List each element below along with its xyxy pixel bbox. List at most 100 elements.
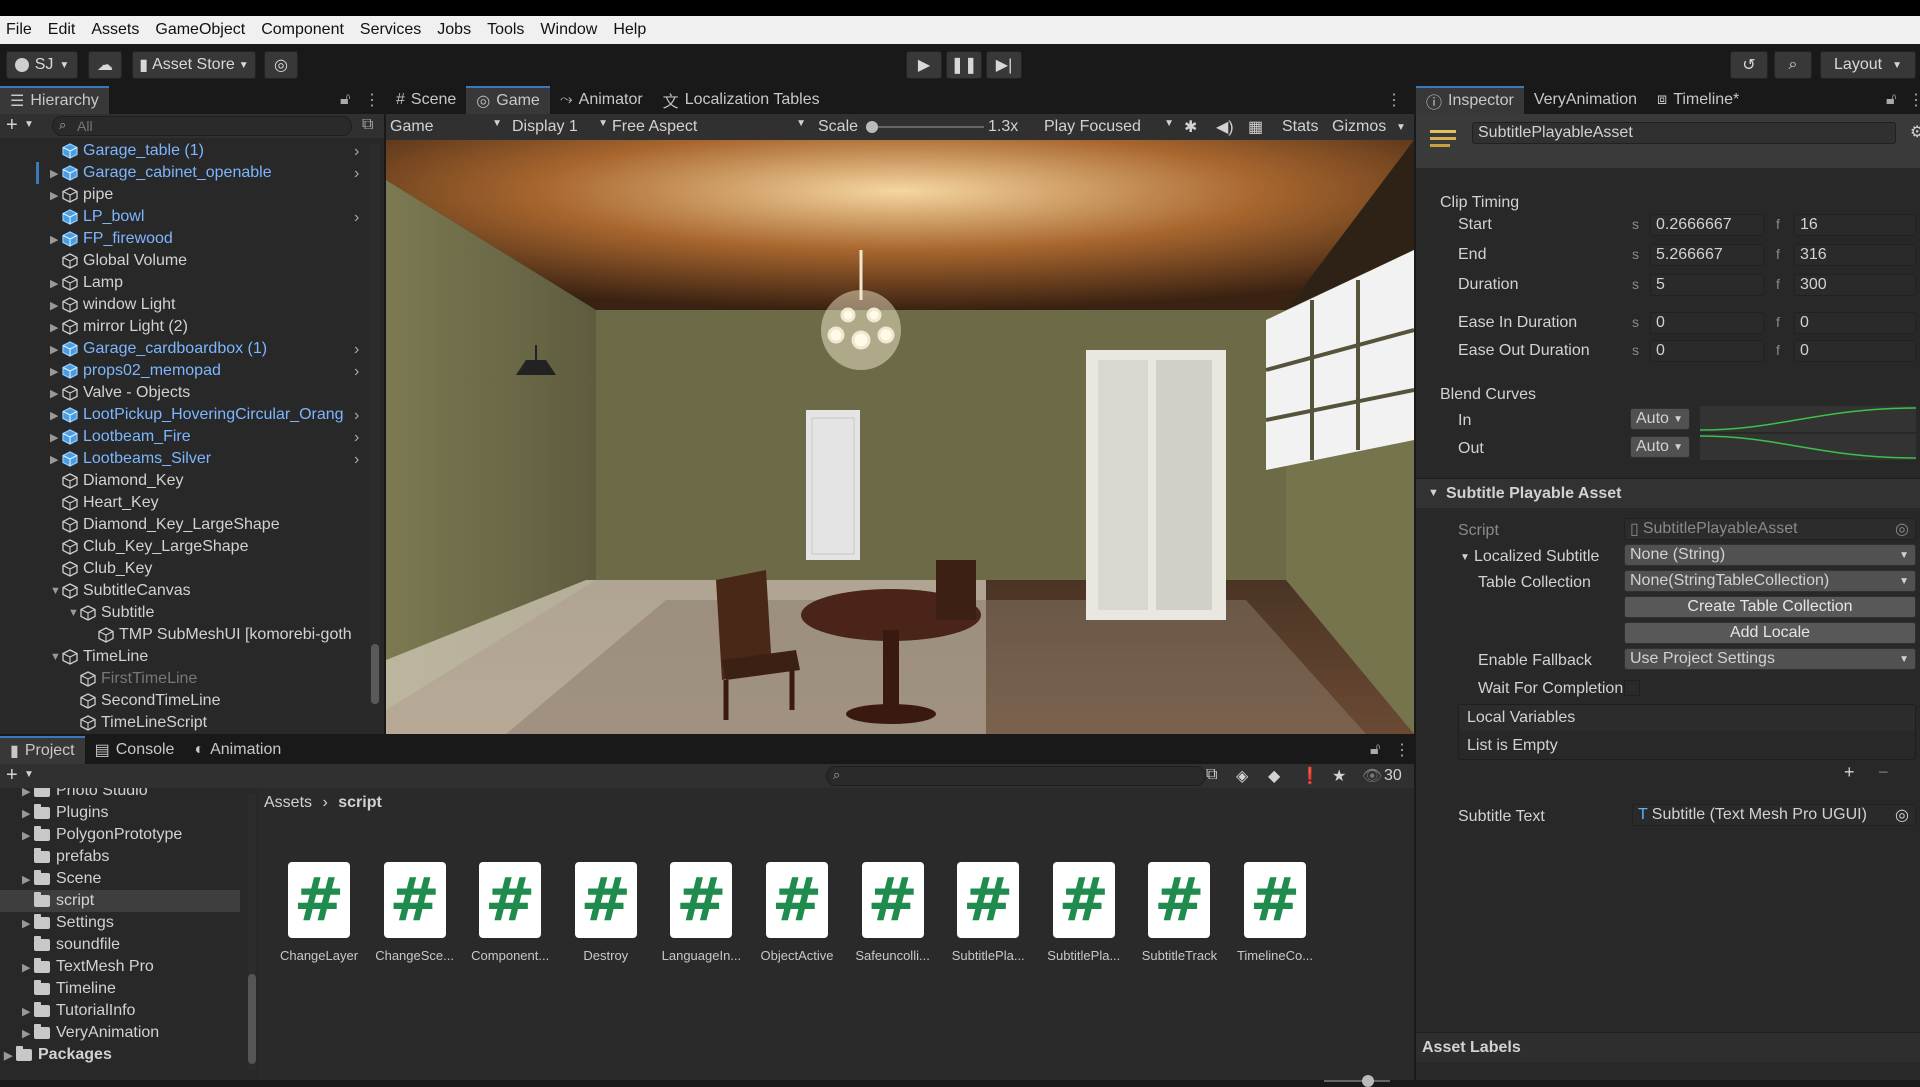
timing-frames-field[interactable]: 300 (1794, 274, 1916, 296)
lock-icon[interactable]: 🔓︎ (1886, 91, 1896, 109)
expand-right-icon[interactable]: ▶ (50, 453, 62, 466)
chevron-down-icon[interactable]: ▼ (1460, 552, 1470, 563)
audio-icon[interactable]: ◀) (1216, 117, 1234, 137)
open-prefab-arrow-icon[interactable]: › (354, 363, 359, 381)
tab-project[interactable]: ▮ Project (0, 736, 85, 764)
timing-seconds-field[interactable]: 0.2666667 (1650, 214, 1764, 236)
folder-item[interactable]: ▶ TutorialInfo (0, 1000, 240, 1022)
timing-frames-field[interactable]: 16 (1794, 214, 1916, 236)
csharp-script-icon[interactable]: # (1052, 862, 1115, 938)
asset-labels-bar[interactable]: Asset Labels (1416, 1032, 1920, 1062)
play-button[interactable]: ▶ (906, 51, 942, 79)
expand-right-icon[interactable]: ▶ (22, 961, 34, 974)
menu-item-edit[interactable]: Edit (48, 21, 76, 39)
timing-frames-field[interactable]: 0 (1794, 340, 1916, 362)
timing-seconds-field[interactable]: 0 (1650, 312, 1764, 334)
csharp-script-icon[interactable]: # (766, 862, 828, 938)
hierarchy-item[interactable]: ▶ Lamp (50, 272, 370, 294)
blend-in-curve[interactable] (1699, 406, 1917, 432)
expand-right-icon[interactable]: ▶ (50, 343, 62, 356)
tab-veryanimation[interactable]: VeryAnimation (1524, 86, 1647, 114)
expand-right-icon[interactable]: ▶ (50, 365, 62, 378)
hierarchy-item[interactable]: Global Volume (50, 250, 370, 272)
chevron-down-icon[interactable]: ▼ (24, 769, 34, 780)
asset-store-button[interactable]: ▮ Asset Store ▼ (132, 51, 256, 79)
hierarchy-item[interactable]: TimeLineScript (68, 712, 370, 734)
hierarchy-item[interactable]: ▶ LootPickup_HoveringCircular_Orang (50, 404, 370, 426)
hierarchy-scrollbar[interactable] (370, 144, 380, 704)
add-icon[interactable]: + (1844, 762, 1855, 783)
menu-item-tools[interactable]: Tools (487, 21, 524, 39)
folder-item[interactable]: ▶ TextMesh Pro (0, 956, 240, 978)
menu-item-services[interactable]: Services (360, 21, 421, 39)
chevron-down-icon[interactable]: ▼ (1396, 122, 1406, 133)
expand-right-icon[interactable]: ▶ (50, 167, 62, 180)
tab-localization-tables[interactable]: 文 Localization Tables (653, 86, 830, 114)
expand-right-icon[interactable]: ▶ (50, 321, 62, 334)
hierarchy-item[interactable]: ▶ Lootbeams_Silver (50, 448, 370, 470)
blend-out-curve[interactable] (1699, 434, 1917, 460)
expand-right-icon[interactable]: ▶ (22, 807, 34, 820)
folder-item[interactable]: ▶ Scene (0, 868, 240, 890)
menu-item-help[interactable]: Help (613, 21, 646, 39)
step-button[interactable]: ▶| (986, 51, 1022, 79)
open-prefab-arrow-icon[interactable]: › (354, 341, 359, 359)
folder-scrollbar[interactable] (248, 794, 256, 1070)
open-prefab-arrow-icon[interactable]: › (354, 209, 359, 227)
game-mode-dropdown[interactable]: Game ▼ (390, 118, 502, 136)
hierarchy-item[interactable]: Garage_table (1) (50, 140, 370, 162)
localized-subtitle-dropdown[interactable]: None (String) ▼ (1624, 544, 1916, 566)
history-button[interactable]: ↺ (1730, 51, 1768, 79)
hierarchy-item[interactable]: SecondTimeLine (68, 690, 370, 712)
expand-right-icon[interactable]: ▶ (50, 409, 62, 422)
open-prefab-arrow-icon[interactable]: › (354, 429, 359, 447)
csharp-script-icon[interactable]: # (861, 862, 924, 938)
account-button[interactable]: SJ ▼ (6, 51, 78, 79)
expand-right-icon[interactable]: ▶ (4, 1049, 16, 1062)
more-icon[interactable]: ⋮ (1908, 90, 1920, 110)
more-icon[interactable]: ⋮ (1386, 90, 1402, 110)
expand-right-icon[interactable]: ▶ (22, 829, 34, 842)
settings-icon[interactable]: ⚙ (1910, 122, 1920, 142)
expand-down-icon[interactable]: ▼ (50, 651, 62, 663)
hierarchy-item[interactable]: LP_bowl (50, 206, 370, 228)
csharp-script-icon[interactable]: # (670, 862, 733, 938)
hierarchy-item[interactable]: ▼ Subtitle (68, 602, 370, 624)
add-icon[interactable]: + (6, 764, 18, 787)
menu-item-file[interactable]: File (6, 21, 32, 39)
more-icon[interactable]: ⋮ (364, 90, 380, 110)
folder-item[interactable]: Timeline (0, 978, 240, 1000)
menu-item-assets[interactable]: Assets (91, 21, 139, 39)
tab-console[interactable]: ▤ Console (85, 736, 185, 764)
add-icon[interactable]: + (6, 114, 18, 137)
expand-right-icon[interactable]: ▶ (22, 1005, 34, 1018)
hierarchy-item[interactable]: ▼ SubtitleCanvas (50, 580, 370, 602)
pause-button[interactable]: ❚❚ (946, 51, 982, 79)
expand-right-icon[interactable]: ▶ (22, 917, 34, 930)
hierarchy-item[interactable]: ▼ TimeLine (50, 646, 370, 668)
expand-right-icon[interactable]: ▶ (22, 788, 34, 798)
expand-down-icon[interactable]: ▼ (68, 607, 80, 619)
expand-right-icon[interactable]: ▶ (50, 431, 62, 444)
open-prefab-arrow-icon[interactable]: › (354, 407, 359, 425)
add-locale-button[interactable]: Add Locale (1624, 622, 1916, 644)
more-icon[interactable]: ⋮ (1394, 740, 1410, 760)
expand-right-icon[interactable]: ▶ (50, 387, 62, 400)
tab-hierarchy[interactable]: ☰ Hierarchy (0, 86, 109, 114)
folder-item[interactable]: ▶ PolygonPrototype (0, 824, 240, 846)
icon-size-slider[interactable] (1324, 1075, 1390, 1087)
folder-item[interactable]: ▶ VeryAnimation (0, 1022, 240, 1044)
breadcrumb-script[interactable]: script (338, 794, 382, 811)
folder-item[interactable]: script (0, 890, 240, 912)
chevron-down-icon[interactable]: ▼ (24, 119, 34, 130)
remove-icon[interactable]: − (1878, 762, 1889, 783)
lock-icon[interactable]: 🔓︎ (340, 91, 350, 109)
csharp-script-icon[interactable]: # (288, 862, 350, 938)
tab-timeline[interactable]: ⧈ Timeline* (1647, 86, 1749, 114)
subtitle-asset-section-header[interactable]: ▼ Subtitle Playable Asset (1416, 478, 1920, 508)
packages-folder[interactable]: ▶ Packages (4, 1044, 112, 1066)
warning-icon[interactable]: ❗ (1300, 766, 1320, 786)
hierarchy-item[interactable]: ▶ window Light (50, 294, 370, 316)
label-filter-icon[interactable]: ◆ (1268, 766, 1280, 786)
scale-slider[interactable] (866, 121, 984, 133)
